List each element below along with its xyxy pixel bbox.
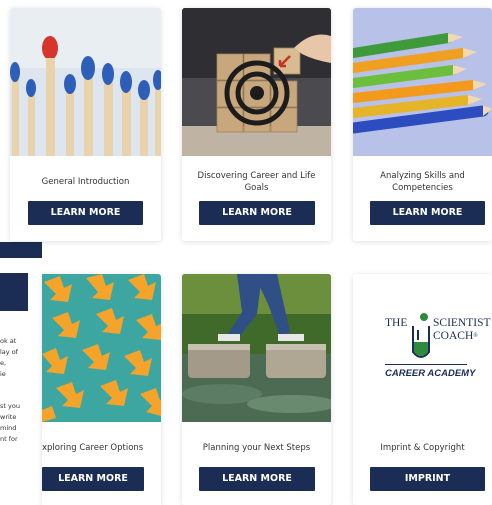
card-title: xploring Career Options [42,443,144,453]
imprint-button[interactable]: IMPRINT [370,467,485,491]
card-title: Analyzing Skills and Competencies [380,171,465,193]
learn-more-button[interactable]: LEARN MORE [28,201,143,225]
side-text-line: ie [0,370,6,378]
side-text-line: e, [0,359,7,367]
course-card-imprint: THE SCIENTIST COACH® CAREER ACADEMY Impr… [353,274,492,505]
side-text-line: mind [0,424,17,432]
course-card-analyzing-skills: Analyzing Skills and Competencies LEARN … [353,8,492,241]
card-title: Planning your Next Steps [202,443,311,453]
flask-icon [410,312,432,362]
side-text-line: write [0,413,17,421]
course-card-general-introduction: General Introduction LEARN MORE [10,8,161,241]
matches-image [10,8,161,156]
side-text-line: st you [0,402,20,410]
course-card-planning-steps: Planning your Next Steps LEARN MORE [182,274,331,505]
card-title: General Introduction [41,177,130,187]
side-text-line: ok at [0,337,17,345]
side-text-line: lay of [0,348,18,356]
scientist-coach-logo: THE SCIENTIST COACH® CAREER ACADEMY [353,306,492,396]
logo-scientist: SCIENTIST [433,317,491,329]
side-panel-bar-top [0,242,42,258]
logo-divider [385,364,467,365]
logo-career-academy: CAREER ACADEMY [385,368,476,379]
side-text-line: nt for [0,435,18,443]
colored-pencils-image [353,8,492,156]
learn-more-button[interactable]: LEARN MORE [199,201,315,225]
stepping-stones-image [182,274,331,422]
learn-more-button[interactable]: LEARN MORE [42,467,144,491]
card-title: Discovering Career and Life Goals [197,171,316,193]
side-panel-header [0,273,28,311]
arrows-pattern-image [42,274,161,422]
learn-more-button[interactable]: LEARN MORE [199,467,315,491]
logo-coach: COACH [433,330,474,342]
course-card-discovering-goals: Discovering Career and Life Goals LEARN … [182,8,331,241]
course-card-exploring-options: xploring Career Options LEARN MORE [42,274,161,505]
logo-the: THE [385,317,408,329]
learn-more-button[interactable]: LEARN MORE [370,201,485,225]
card-title: Imprint & Copyright [380,443,465,453]
target-blocks-image [182,8,331,156]
